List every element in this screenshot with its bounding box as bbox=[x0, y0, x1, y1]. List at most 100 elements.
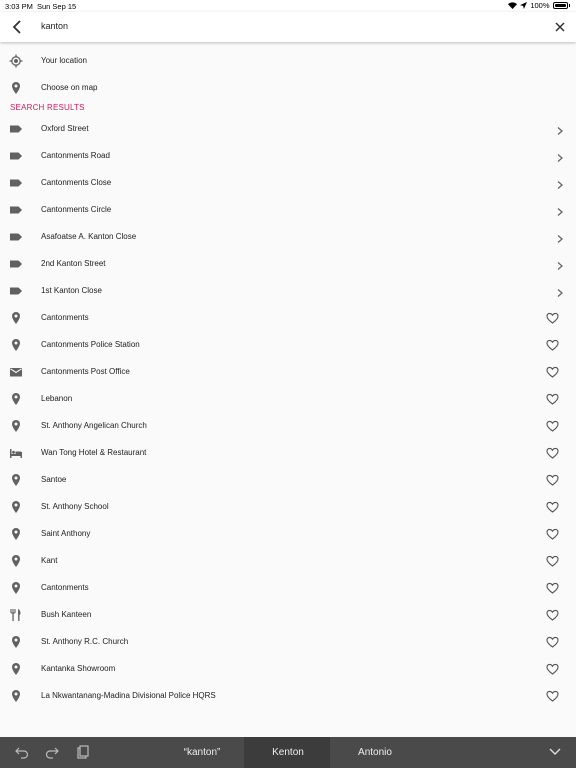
result-label: St. Anthony Angelican Church bbox=[41, 421, 147, 430]
suggestion-antonio[interactable]: Antonio bbox=[343, 747, 407, 758]
chevron-right-icon bbox=[555, 177, 565, 189]
place-result-row[interactable]: Kant bbox=[0, 547, 576, 574]
result-label: Cantonments Road bbox=[41, 151, 110, 160]
chevron-right-icon bbox=[555, 231, 565, 243]
result-label: Wan Tong Hotel & Restaurant bbox=[41, 448, 147, 457]
place-result-row[interactable]: Santoe bbox=[0, 466, 576, 493]
pin-icon bbox=[9, 581, 23, 595]
heart-icon[interactable] bbox=[546, 419, 559, 432]
pin-icon bbox=[9, 473, 23, 487]
result-label: Cantonments Circle bbox=[41, 205, 112, 214]
chevron-right-icon bbox=[555, 123, 565, 135]
heart-icon[interactable] bbox=[546, 446, 559, 459]
heart-icon[interactable] bbox=[546, 581, 559, 594]
status-bar: 3:03 PM Sun Sep 15 100% bbox=[0, 0, 576, 12]
pin-icon bbox=[9, 527, 23, 541]
paste-icon[interactable] bbox=[76, 745, 90, 759]
close-icon bbox=[555, 22, 565, 32]
pin-icon bbox=[9, 500, 23, 514]
place-result-row[interactable]: Cantonments bbox=[0, 304, 576, 331]
back-button[interactable] bbox=[7, 17, 27, 37]
label-icon bbox=[9, 203, 23, 217]
street-result-row[interactable]: 2nd Kanton Street bbox=[0, 250, 576, 277]
place-result-row[interactable]: St. Anthony R.C. Church bbox=[0, 628, 576, 655]
chevron-right-icon bbox=[555, 204, 565, 216]
result-label: Saint Anthony bbox=[41, 529, 91, 538]
result-label: Cantonments bbox=[41, 313, 89, 322]
pin-icon bbox=[9, 419, 23, 433]
result-label: 2nd Kanton Street bbox=[41, 259, 106, 268]
result-label: 1st Kanton Close bbox=[41, 286, 102, 295]
heart-icon[interactable] bbox=[546, 554, 559, 567]
result-label: Kantanka Showroom bbox=[41, 664, 116, 673]
your-location-row[interactable]: Your location bbox=[0, 47, 576, 74]
result-label: Your location bbox=[41, 56, 87, 65]
result-label: Choose on map bbox=[41, 83, 98, 92]
heart-icon[interactable] bbox=[546, 635, 559, 648]
label-icon bbox=[9, 284, 23, 298]
search-input[interactable]: kanton bbox=[41, 21, 68, 31]
result-label: Santoe bbox=[41, 475, 67, 484]
place-result-row[interactable]: Kantanka Showroom bbox=[0, 655, 576, 682]
bed-icon bbox=[9, 446, 23, 460]
result-label: Lebanon bbox=[41, 394, 73, 403]
my-location-icon bbox=[9, 54, 23, 68]
place-result-row[interactable]: Cantonments bbox=[0, 574, 576, 601]
result-label: Asafoatse A. Kanton Close bbox=[41, 232, 137, 241]
street-result-row[interactable]: Cantonments Circle bbox=[0, 196, 576, 223]
pin-icon bbox=[9, 392, 23, 406]
place-result-row[interactable]: La Nkwantanang-Madina Divisional Police … bbox=[0, 682, 576, 709]
heart-icon[interactable] bbox=[546, 392, 559, 405]
clear-search-button[interactable] bbox=[550, 17, 570, 37]
status-right: 100% bbox=[508, 1, 570, 10]
result-label: St. Anthony R.C. Church bbox=[41, 637, 129, 646]
chevron-right-icon bbox=[555, 258, 565, 270]
street-result-row[interactable]: Cantonments Close bbox=[0, 169, 576, 196]
pin-icon bbox=[9, 338, 23, 352]
place-result-row[interactable]: Bush Kanteen bbox=[0, 601, 576, 628]
undo-icon[interactable] bbox=[15, 745, 29, 759]
label-icon bbox=[9, 176, 23, 190]
battery-icon bbox=[552, 2, 568, 9]
heart-icon[interactable] bbox=[546, 473, 559, 486]
suggestion-kenton[interactable]: Kenton bbox=[256, 747, 320, 758]
place-result-row[interactable]: Lebanon bbox=[0, 385, 576, 412]
street-result-row[interactable]: 1st Kanton Close bbox=[0, 277, 576, 304]
place-result-row[interactable]: Cantonments Police Station bbox=[0, 331, 576, 358]
heart-icon[interactable] bbox=[546, 662, 559, 675]
result-label: Oxford Street bbox=[41, 124, 89, 133]
result-label: Cantonments Close bbox=[41, 178, 112, 187]
heart-icon[interactable] bbox=[546, 689, 559, 702]
choose-on-map-row[interactable]: Choose on map bbox=[0, 74, 576, 101]
place-result-row[interactable]: St. Anthony Angelican Church bbox=[0, 412, 576, 439]
pin-icon bbox=[9, 662, 23, 676]
heart-icon[interactable] bbox=[546, 608, 559, 621]
search-results-header: SEARCH RESULTS bbox=[10, 103, 85, 112]
heart-icon[interactable] bbox=[546, 365, 559, 378]
pin-icon bbox=[9, 554, 23, 568]
heart-icon[interactable] bbox=[546, 338, 559, 351]
place-result-row[interactable]: Wan Tong Hotel & Restaurant bbox=[0, 439, 576, 466]
result-label: Bush Kanteen bbox=[41, 610, 92, 619]
street-result-row[interactable]: Oxford Street bbox=[0, 115, 576, 142]
label-icon bbox=[9, 230, 23, 244]
heart-icon[interactable] bbox=[546, 311, 559, 324]
battery-percent: 100% bbox=[530, 1, 550, 10]
place-result-row[interactable]: Cantonments Post Office bbox=[0, 358, 576, 385]
result-label: St. Anthony School bbox=[41, 502, 109, 511]
place-result-row[interactable]: Saint Anthony bbox=[0, 520, 576, 547]
heart-icon[interactable] bbox=[546, 500, 559, 513]
dismiss-keyboard-icon[interactable] bbox=[548, 746, 562, 758]
heart-icon[interactable] bbox=[546, 527, 559, 540]
suggestion-typed[interactable]: “kanton” bbox=[170, 747, 234, 758]
result-label: Cantonments Post Office bbox=[41, 367, 130, 376]
street-result-row[interactable]: Asafoatse A. Kanton Close bbox=[0, 223, 576, 250]
keyboard-assistant-bar: “kanton” Kenton Antonio bbox=[0, 737, 576, 768]
result-label: Cantonments Police Station bbox=[41, 340, 140, 349]
redo-icon[interactable] bbox=[45, 745, 59, 759]
street-result-row[interactable]: Cantonments Road bbox=[0, 142, 576, 169]
pin-icon bbox=[9, 311, 23, 325]
restaurant-icon bbox=[9, 608, 23, 622]
place-result-row[interactable]: St. Anthony School bbox=[0, 493, 576, 520]
status-date: Sun Sep 15 bbox=[37, 2, 77, 11]
